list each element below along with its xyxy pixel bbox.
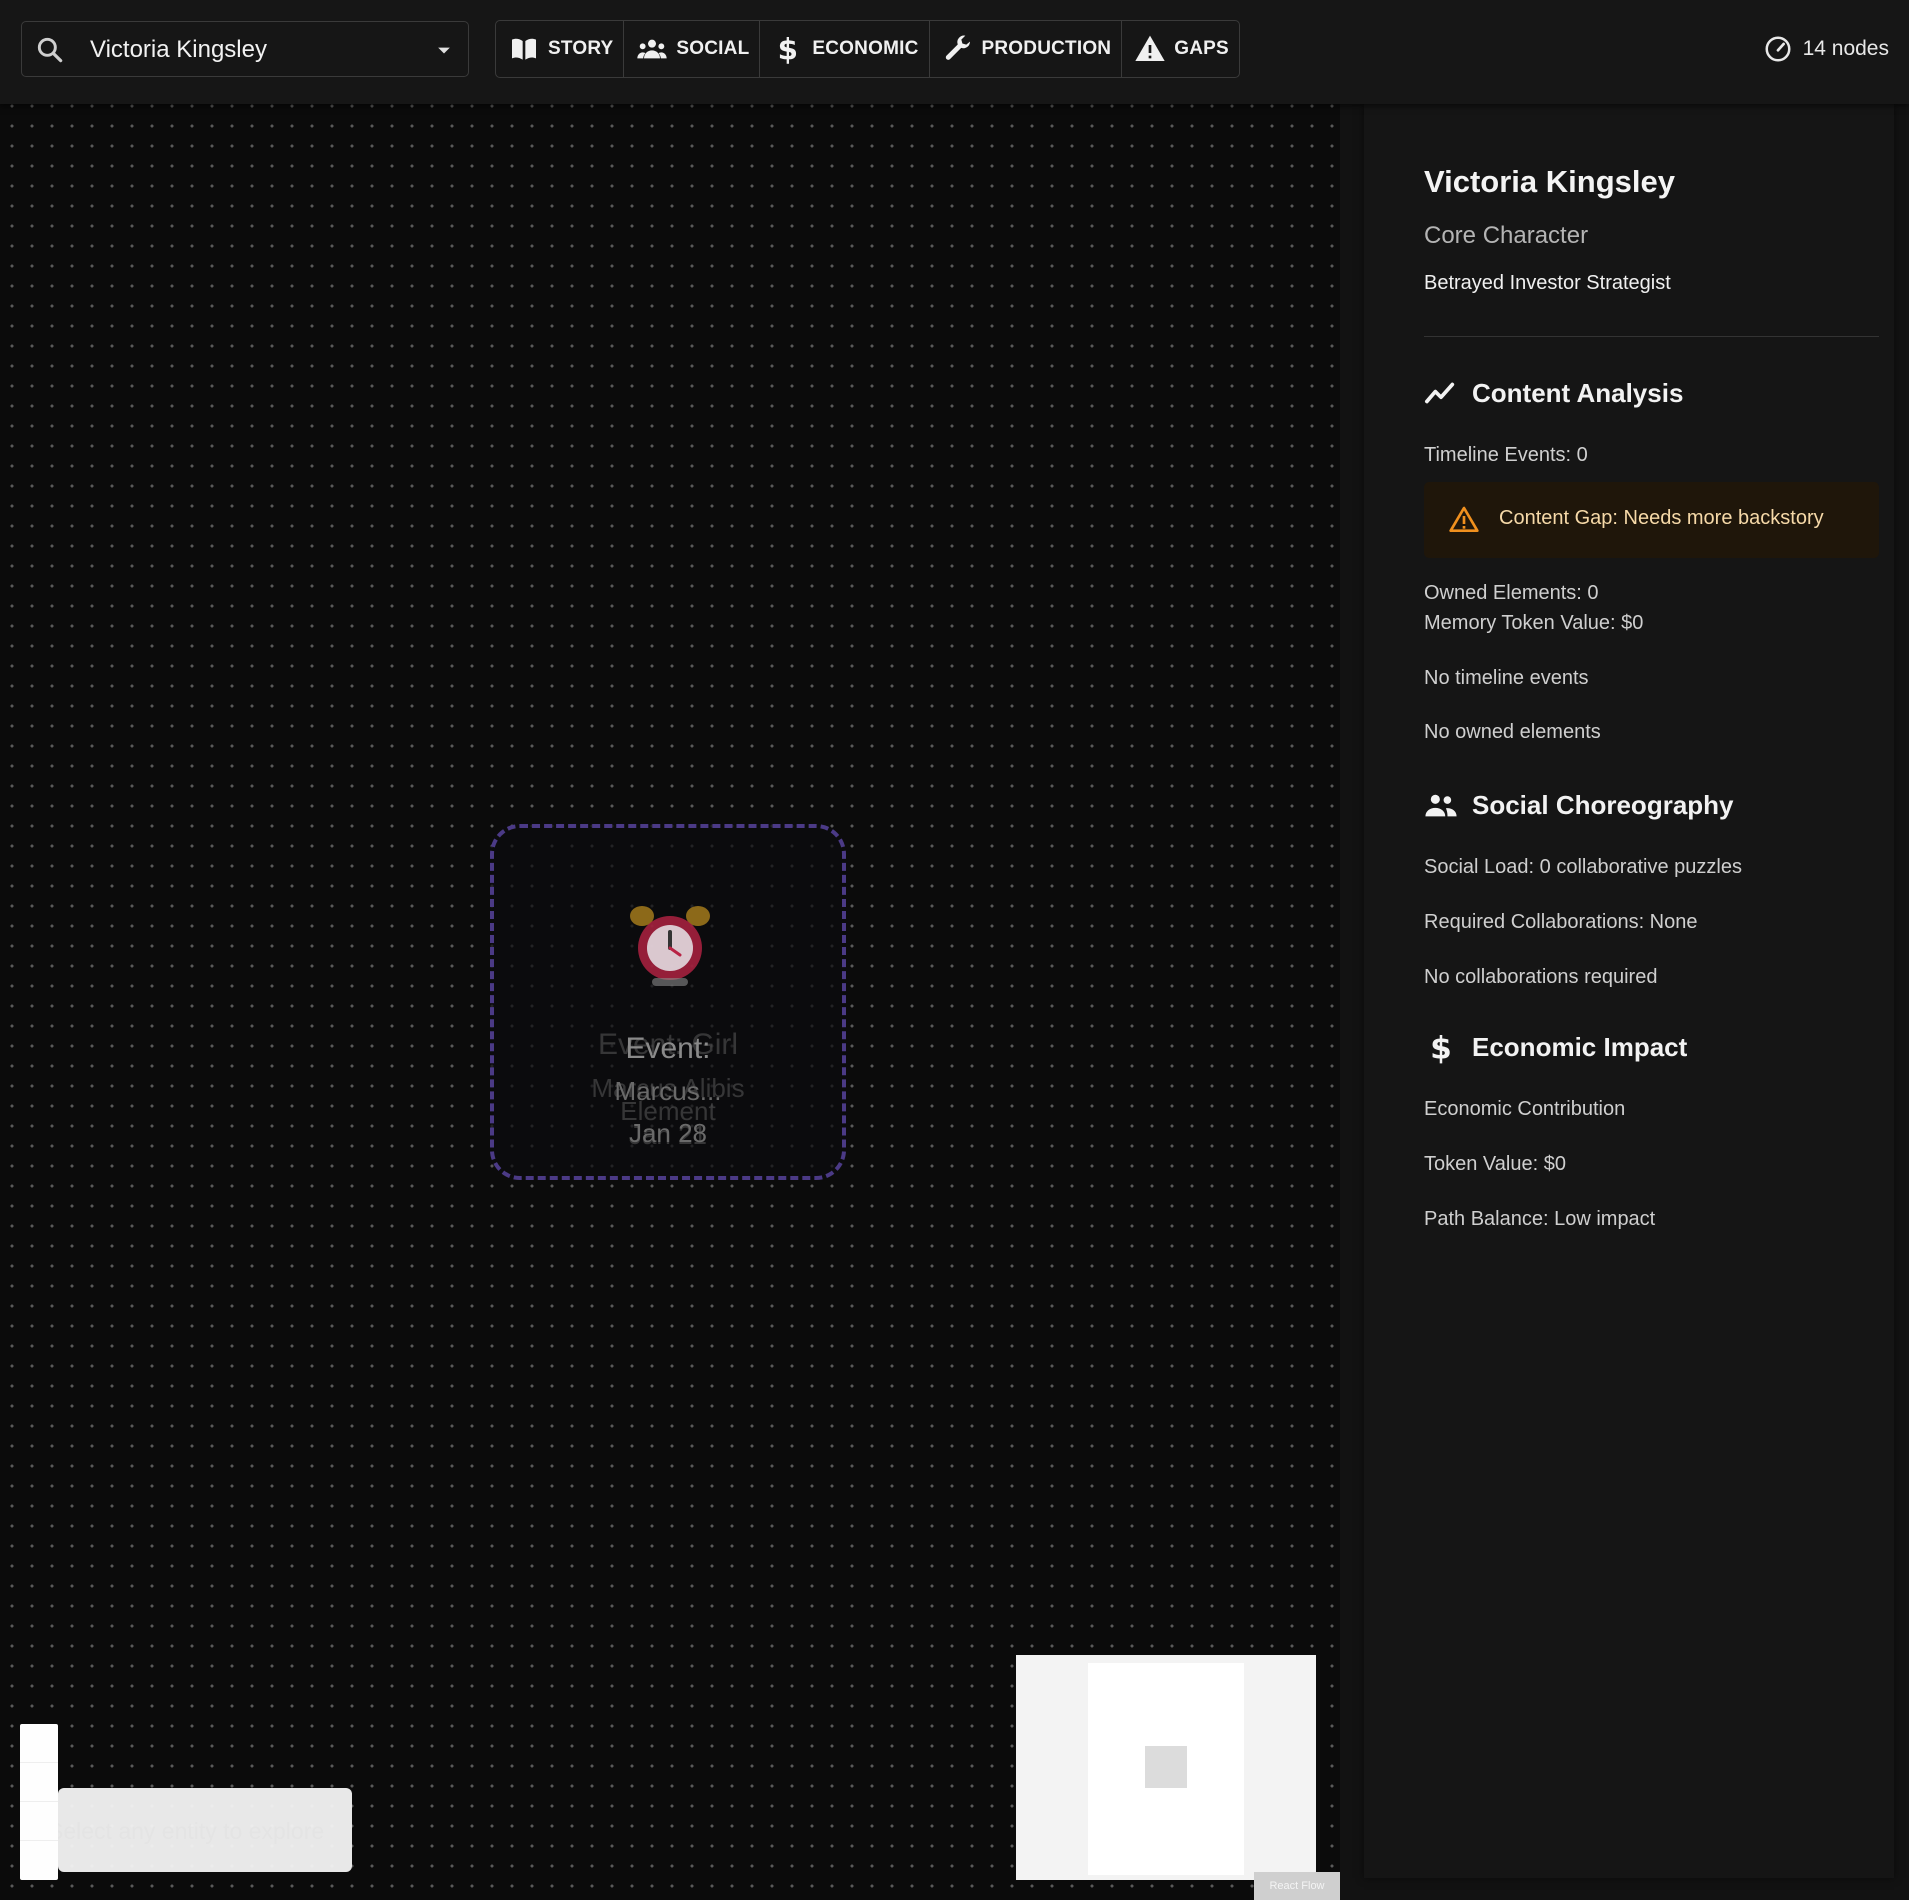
node-subtitle: Marcus... <box>614 1076 722 1106</box>
economic-contribution: Economic Contribution <box>1424 1098 1626 1120</box>
character-role: Core Character <box>1424 222 1589 249</box>
social-choreography-heading: Social Choreography <box>1424 788 1734 822</box>
token-value: Token Value: $0 <box>1424 1153 1566 1175</box>
timeline-events-count: Timeline Events: 0 <box>1424 444 1588 466</box>
node-title: Event: <box>625 1032 711 1065</box>
warning-outline-icon <box>1449 506 1479 532</box>
timeline-event-node[interactable]: Event: Girl Marcus Alibis Element Jan 21… <box>490 824 846 1180</box>
people-icon <box>1425 794 1457 817</box>
search-value[interactable]: Victoria Kingsley <box>90 36 267 64</box>
node-count-indicator: 14 nodes <box>1763 34 1889 64</box>
alarm-clock-icon <box>630 906 710 986</box>
social-load: Social Load: 0 collaborative puzzles <box>1424 856 1742 878</box>
no-collaborations: No collaborations required <box>1424 966 1658 988</box>
lock-button[interactable] <box>20 1841 58 1879</box>
gaps-view-button[interactable]: GAPS <box>1122 21 1239 77</box>
graph-canvas[interactable]: Event: Girl Marcus Alibis Element Jan 21… <box>0 104 1340 1900</box>
social-view-button[interactable]: SOCIAL <box>624 21 761 77</box>
svg-text:$: $ <box>778 33 799 65</box>
minimap[interactable] <box>1016 1655 1316 1880</box>
owned-elements-count: Owned Elements: 0 <box>1424 582 1599 604</box>
social-view-label: SOCIAL <box>676 38 750 59</box>
view-mode-toggle-group: STORY SOCIAL $ ECONOMIC PRODUCTION GAPS <box>495 20 1240 78</box>
top-toolbar: Victoria Kingsley STORY SOCIAL $ ECONOMI… <box>0 0 1909 104</box>
character-name: Victoria Kingsley <box>1424 164 1675 199</box>
story-view-label: STORY <box>548 38 614 59</box>
economic-impact-heading: $ Economic Impact <box>1424 1030 1687 1064</box>
book-icon <box>512 38 536 60</box>
zoom-in-button[interactable] <box>20 1724 58 1763</box>
chevron-down-icon[interactable] <box>430 36 458 64</box>
minimap-node <box>1145 1746 1187 1788</box>
people-icon <box>637 39 668 59</box>
hint-toast: Select any entity to explore <box>48 1788 352 1872</box>
gaps-view-label: GAPS <box>1174 38 1229 59</box>
entity-search-select[interactable]: Victoria Kingsley <box>21 21 469 77</box>
economic-view-button[interactable]: $ ECONOMIC <box>760 21 930 77</box>
content-gap-text: Content Gap: Needs more backstory <box>1499 507 1824 529</box>
zoom-controls <box>20 1724 58 1880</box>
hint-toast-text: Select any entity to explore <box>48 1818 325 1844</box>
no-owned-elements: No owned elements <box>1424 721 1601 743</box>
details-card: Victoria Kingsley Core Character Betraye… <box>1364 104 1894 1878</box>
content-analysis-heading: Content Analysis <box>1424 376 1683 410</box>
no-timeline-events: No timeline events <box>1424 667 1589 689</box>
economic-impact-title: Economic Impact <box>1472 1031 1688 1062</box>
story-view-button[interactable]: STORY <box>496 21 625 77</box>
trending-icon <box>1424 382 1455 404</box>
economic-view-label: ECONOMIC <box>812 38 919 59</box>
divider <box>1424 336 1879 337</box>
speedometer-icon <box>1765 36 1791 62</box>
content-gap-alert: Content Gap: Needs more backstory <box>1424 482 1879 558</box>
search-icon <box>37 37 63 63</box>
zoom-out-button[interactable] <box>20 1763 58 1802</box>
memory-token-value: Memory Token Value: $0 <box>1424 612 1644 634</box>
node-count-label: 14 nodes <box>1802 37 1889 60</box>
production-view-button[interactable]: PRODUCTION <box>930 21 1123 77</box>
content-analysis-title: Content Analysis <box>1472 377 1684 408</box>
required-collaborations: Required Collaborations: None <box>1424 911 1698 933</box>
svg-text:$: $ <box>1430 1030 1452 1064</box>
dollar-icon: $ <box>778 33 799 65</box>
character-archetype: Betrayed Investor Strategist <box>1424 272 1671 294</box>
dollar-icon: $ <box>1430 1030 1452 1064</box>
wrench-icon <box>945 35 970 60</box>
react-flow-attribution[interactable]: React Flow <box>1254 1872 1340 1900</box>
details-panel: Victoria Kingsley Core Character Betraye… <box>1340 104 1909 1900</box>
node-date: Jan 28 <box>628 1118 708 1148</box>
warning-icon <box>1135 35 1165 61</box>
path-balance: Path Balance: Low impact <box>1424 1208 1656 1230</box>
production-view-label: PRODUCTION <box>981 38 1112 59</box>
social-choreography-title: Social Choreography <box>1472 789 1734 820</box>
fit-view-button[interactable] <box>20 1802 58 1841</box>
